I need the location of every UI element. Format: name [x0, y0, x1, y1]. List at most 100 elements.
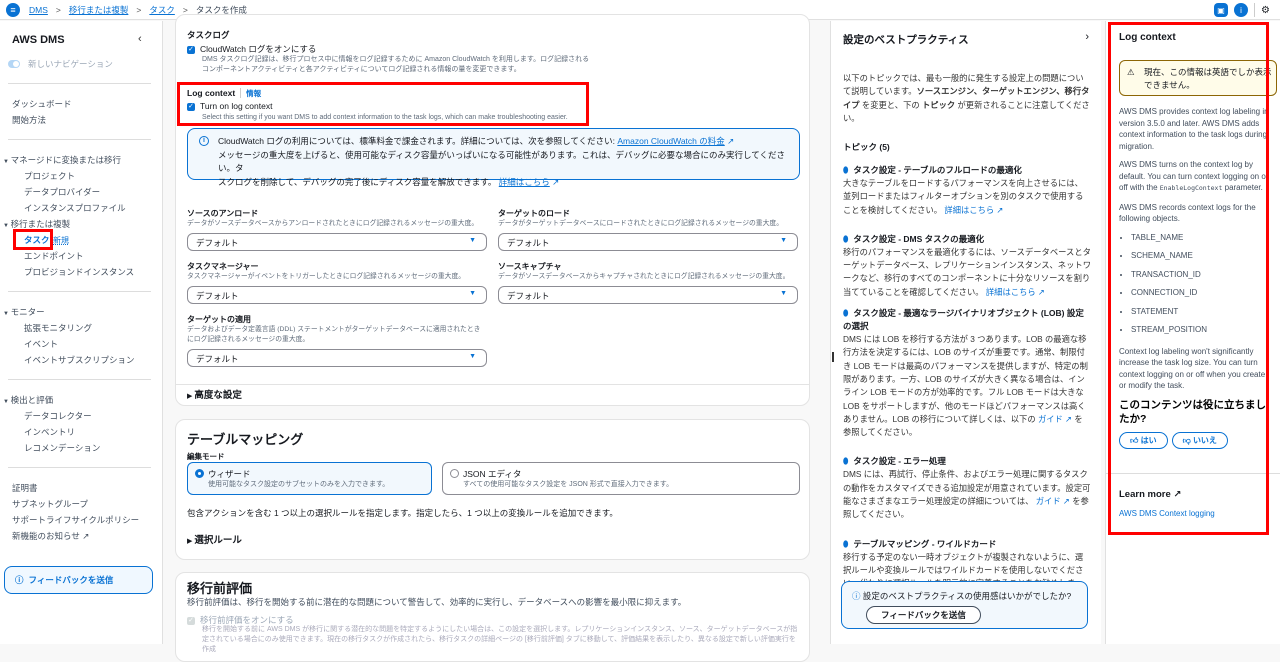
select-value: デフォルト — [196, 291, 239, 301]
log-object-item: SCHEMA_NAME — [1131, 251, 1269, 270]
sidebar-group-monitor[interactable]: モニター — [3, 306, 45, 318]
json-editor-radio[interactable]: JSON エディタすべての使用可能なタスク設定を JSON 形式で直接入力できま… — [442, 462, 800, 495]
topic-title-text: タスク設定 - 最適なラージバイナリオブジェクト (LOB) 設定の選択 — [843, 308, 1084, 332]
sidebar-item-lifecycle-policy[interactable]: サポートライフサイクルポリシー — [12, 514, 139, 526]
feedback-question-text: 設定のベストプラクティスの使用感はいかがでしたか? — [862, 591, 1072, 601]
panel-icon[interactable]: ▣ — [1214, 3, 1229, 17]
wizard-radio[interactable]: ウィザード 使用可能なタスク設定のサブセットのみを入力できます。 — [187, 462, 432, 495]
learn-more-link[interactable]: 詳細はこちら — [499, 177, 550, 187]
context-logging-link[interactable]: AWS DMS Context logging — [1119, 509, 1215, 518]
help-paragraph: AWS DMS records context logs for the fol… — [1119, 202, 1256, 224]
toggle-icon — [8, 60, 20, 68]
caret-down-icon: ▼ — [780, 290, 787, 297]
breadcrumb-tasks[interactable]: タスク — [149, 4, 175, 16]
breadcrumb-migrate[interactable]: 移行または複製 — [69, 4, 129, 16]
premigration-checkbox-label: 移行前評価をオンにする — [200, 615, 294, 625]
external-link-icon: ↗ — [1037, 286, 1045, 297]
sidebar: AWS DMS ‹ 新しいナビゲーション ダッシュボード 開始方法 マネージドに… — [0, 21, 163, 644]
info-link[interactable]: 情報 — [246, 89, 261, 98]
table-mapping-note: 包含アクションを含む 1 つ以上の選択ルールを指定します。指定したら、1 つ以上… — [187, 508, 618, 518]
json-desc: すべての使用可能なタスク設定を JSON 形式で直接入力できます。 — [463, 481, 674, 488]
table-mapping-heading: テーブルマッピング — [187, 432, 304, 447]
scrollbar[interactable] — [832, 352, 834, 362]
topic-link[interactable]: ガイド — [1036, 496, 1061, 506]
sidebar-item-provisioned-instances[interactable]: プロビジョンドインスタンス — [24, 266, 134, 278]
sidebar-item-tasks[interactable]: タスク — [24, 234, 50, 246]
sidebar-item-data-collectors[interactable]: データコレクター — [24, 410, 92, 422]
topic-link[interactable]: 詳細はこちら — [986, 287, 1036, 297]
topic-item: ⬮ タスク設定 - エラー処理 DMS には、再試行、停止条件、およびエラー処理に関… — [843, 455, 1091, 521]
topic-link[interactable]: 詳細はこちら — [944, 205, 994, 215]
advanced-settings-expander[interactable]: 高度な設定 — [187, 387, 242, 401]
log-severity-field: ソースキャプチャ データがソースデータベースからキャプチャされたときにログ記録され… — [498, 261, 798, 304]
sidebar-item-getting-started[interactable]: 開始方法 — [12, 114, 46, 126]
sidebar-item-enhanced-monitoring[interactable]: 拡張モニタリング — [24, 322, 92, 334]
info-icon: ⓘ — [852, 591, 863, 601]
severity-select[interactable]: デフォルト ▼ — [187, 349, 487, 367]
topic-text: DMS には LOB を移行する方法が 3 つあります。LOB の最適な移行方法… — [843, 334, 1088, 424]
external-link-icon: ↗ — [727, 136, 735, 146]
lightbulb-icon: ⬮ — [843, 233, 849, 244]
sidebar-feedback-button[interactable]: ⓘ フィードバックを送信 — [4, 566, 153, 594]
topic-title: ⬮ タスク設定 - 最適なラージバイナリオブジェクト (LOB) 設定の選択 — [843, 307, 1091, 333]
sidebar-item-recommendations[interactable]: レコメンデーション — [24, 442, 100, 454]
sidebar-item-data-providers[interactable]: データプロバイダー — [24, 186, 100, 198]
premigration-checkbox-desc: 移行を開始する前に AWS DMS が移行に関する潜在的な問題を特定するようにし… — [202, 626, 798, 653]
no-button[interactable]: 👎︎ いいえ — [1171, 431, 1228, 449]
field-label: ソースキャプチャ — [498, 262, 562, 271]
desc-line: DMS タスクログ記録は、移行プロセス中に情報をログ記録するために Amazon… — [202, 56, 590, 63]
sidebar-group-discover[interactable]: 検出と評価 — [3, 394, 54, 406]
info-icon: ⓘ — [15, 575, 24, 585]
premigration-heading: 移行前評価 — [187, 581, 253, 596]
sidebar-group-migrate[interactable]: 移行または複製 — [3, 218, 71, 230]
sidebar-item-whats-new[interactable]: 新機能のお知らせ ↗ — [12, 530, 89, 542]
menu-icon[interactable]: ≡ — [6, 2, 20, 17]
sidebar-group-managed[interactable]: マネージドに変換または移行 — [3, 154, 121, 166]
selection-rules-expander[interactable]: 選択ルール — [187, 532, 242, 546]
caret-down-icon: ▼ — [780, 237, 787, 244]
sidebar-item-event-subscriptions[interactable]: イベントサブスクリプション — [24, 354, 135, 366]
lightbulb-icon: ⬮ — [843, 165, 849, 175]
yes-button[interactable]: 👍︎ はい — [1119, 431, 1168, 449]
cloudwatch-pricing-link[interactable]: Amazon CloudWatch の料金 — [617, 136, 724, 146]
cloudwatch-checkbox[interactable]: ✓ CloudWatch ログをオンにする — [187, 43, 316, 55]
new-navigation-toggle[interactable]: 新しいナビゲーション — [8, 58, 113, 70]
divider — [8, 291, 151, 292]
feedback-label: フィードバックを送信 — [28, 575, 114, 585]
select-value: デフォルト — [196, 354, 239, 364]
cloudwatch-desc: DMS タスクログ記録は、移行プロセス中に情報をログ記録するために Amazon… — [202, 55, 589, 75]
sidebar-item-projects[interactable]: プロジェクト — [24, 170, 75, 182]
topic-link[interactable]: ガイド — [1038, 414, 1063, 424]
sidebar-item-endpoints[interactable]: エンドポイント — [24, 250, 84, 262]
chevron-right-icon[interactable]: › — [1085, 31, 1089, 43]
field-label: タスクマネージャー — [187, 262, 259, 271]
sidebar-item-events[interactable]: イベント — [24, 338, 58, 350]
send-feedback-button[interactable]: フィードバックを送信 — [866, 606, 981, 624]
external-link-icon: ↗ — [996, 204, 1004, 215]
sidebar-item-dashboard[interactable]: ダッシュボード — [12, 98, 72, 110]
breadcrumb-dms[interactable]: DMS — [29, 5, 48, 15]
divider — [176, 384, 809, 385]
chevron-right-icon: > — [182, 4, 188, 15]
settings-icon[interactable]: ⚙ — [1261, 5, 1270, 16]
sidebar-item-certificates[interactable]: 証明書 — [12, 482, 38, 494]
help-body: AWS DMS provides context log labeling in… — [1119, 106, 1269, 449]
log-context-checkbox[interactable]: ✓ Turn on log context — [187, 101, 272, 111]
topic-text: 移行のパフォーマンスを最適化するには、ソースデータベースとターゲットデータベース… — [843, 246, 1091, 297]
field-desc: データおよびデータ定義言語 (DDL) ステートメントがターゲットデータベースに… — [187, 326, 481, 343]
best-practices-title: 設定のベストプラクティス — [843, 34, 969, 46]
sidebar-item-subnet-groups[interactable]: サブネットグループ — [12, 498, 88, 510]
sidebar-item-instance-profiles[interactable]: インスタンスプロファイル — [24, 202, 126, 214]
severity-select[interactable]: デフォルト ▼ — [498, 233, 798, 251]
checkbox-disabled-icon: ✓ — [187, 616, 195, 625]
severity-select[interactable]: デフォルト ▼ — [187, 286, 487, 304]
severity-select[interactable]: デフォルト ▼ — [498, 286, 798, 304]
json-label: JSON エディタ — [463, 469, 522, 479]
language-warning: ⚠ 現在、この情報は英語でしか表示できません。 — [1119, 60, 1277, 96]
severity-select[interactable]: デフォルト ▼ — [187, 233, 487, 251]
log-object-item: STREAM_POSITION — [1131, 325, 1269, 344]
collapse-icon[interactable]: ‹ — [138, 33, 142, 45]
info-icon[interactable]: i — [1234, 3, 1249, 17]
sidebar-item-inventory[interactable]: インベントリ — [24, 426, 75, 438]
best-practices-panel: 設定のベストプラクティス › 以下のトピックでは、最も一般的に発生する設定上の問… — [830, 21, 1101, 644]
